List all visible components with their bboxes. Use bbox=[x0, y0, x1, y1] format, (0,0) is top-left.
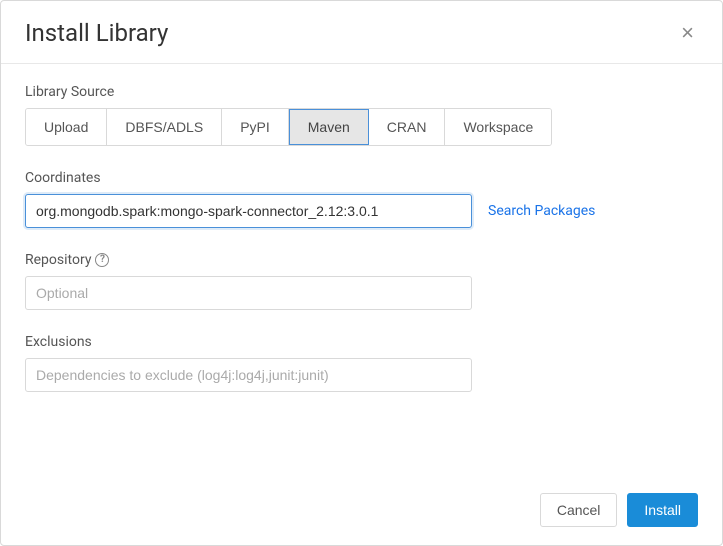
library-source-section: Library Source Upload DBFS/ADLS PyPI Mav… bbox=[25, 84, 698, 146]
tab-workspace[interactable]: Workspace bbox=[445, 109, 551, 145]
repository-label: Repository ? bbox=[25, 252, 698, 268]
coordinates-label: Coordinates bbox=[25, 170, 698, 186]
modal-footer: Cancel Install bbox=[1, 479, 722, 545]
install-library-modal: Install Library × Library Source Upload … bbox=[0, 0, 723, 546]
exclusions-section: Exclusions bbox=[25, 334, 698, 392]
tab-cran[interactable]: CRAN bbox=[369, 109, 446, 145]
tab-pypi[interactable]: PyPI bbox=[222, 109, 289, 145]
library-source-label: Library Source bbox=[25, 84, 698, 100]
coordinates-input[interactable] bbox=[25, 194, 472, 228]
repository-label-text: Repository bbox=[25, 252, 91, 268]
cancel-button[interactable]: Cancel bbox=[540, 493, 618, 527]
install-button[interactable]: Install bbox=[627, 493, 698, 527]
modal-title: Install Library bbox=[25, 19, 168, 47]
coordinates-section: Coordinates Search Packages bbox=[25, 170, 698, 228]
repository-section: Repository ? bbox=[25, 252, 698, 310]
help-icon[interactable]: ? bbox=[95, 253, 109, 267]
coordinates-row: Search Packages bbox=[25, 194, 698, 228]
close-icon[interactable]: × bbox=[677, 22, 698, 44]
tab-upload[interactable]: Upload bbox=[26, 109, 107, 145]
exclusions-input[interactable] bbox=[25, 358, 472, 392]
modal-body: Library Source Upload DBFS/ADLS PyPI Mav… bbox=[1, 64, 722, 392]
exclusions-label: Exclusions bbox=[25, 334, 698, 350]
tab-maven[interactable]: Maven bbox=[289, 109, 369, 145]
tab-dbfs-adls[interactable]: DBFS/ADLS bbox=[107, 109, 222, 145]
modal-header: Install Library × bbox=[1, 1, 722, 64]
library-source-tabs: Upload DBFS/ADLS PyPI Maven CRAN Workspa… bbox=[25, 108, 552, 146]
repository-input[interactable] bbox=[25, 276, 472, 310]
search-packages-link[interactable]: Search Packages bbox=[488, 203, 595, 219]
